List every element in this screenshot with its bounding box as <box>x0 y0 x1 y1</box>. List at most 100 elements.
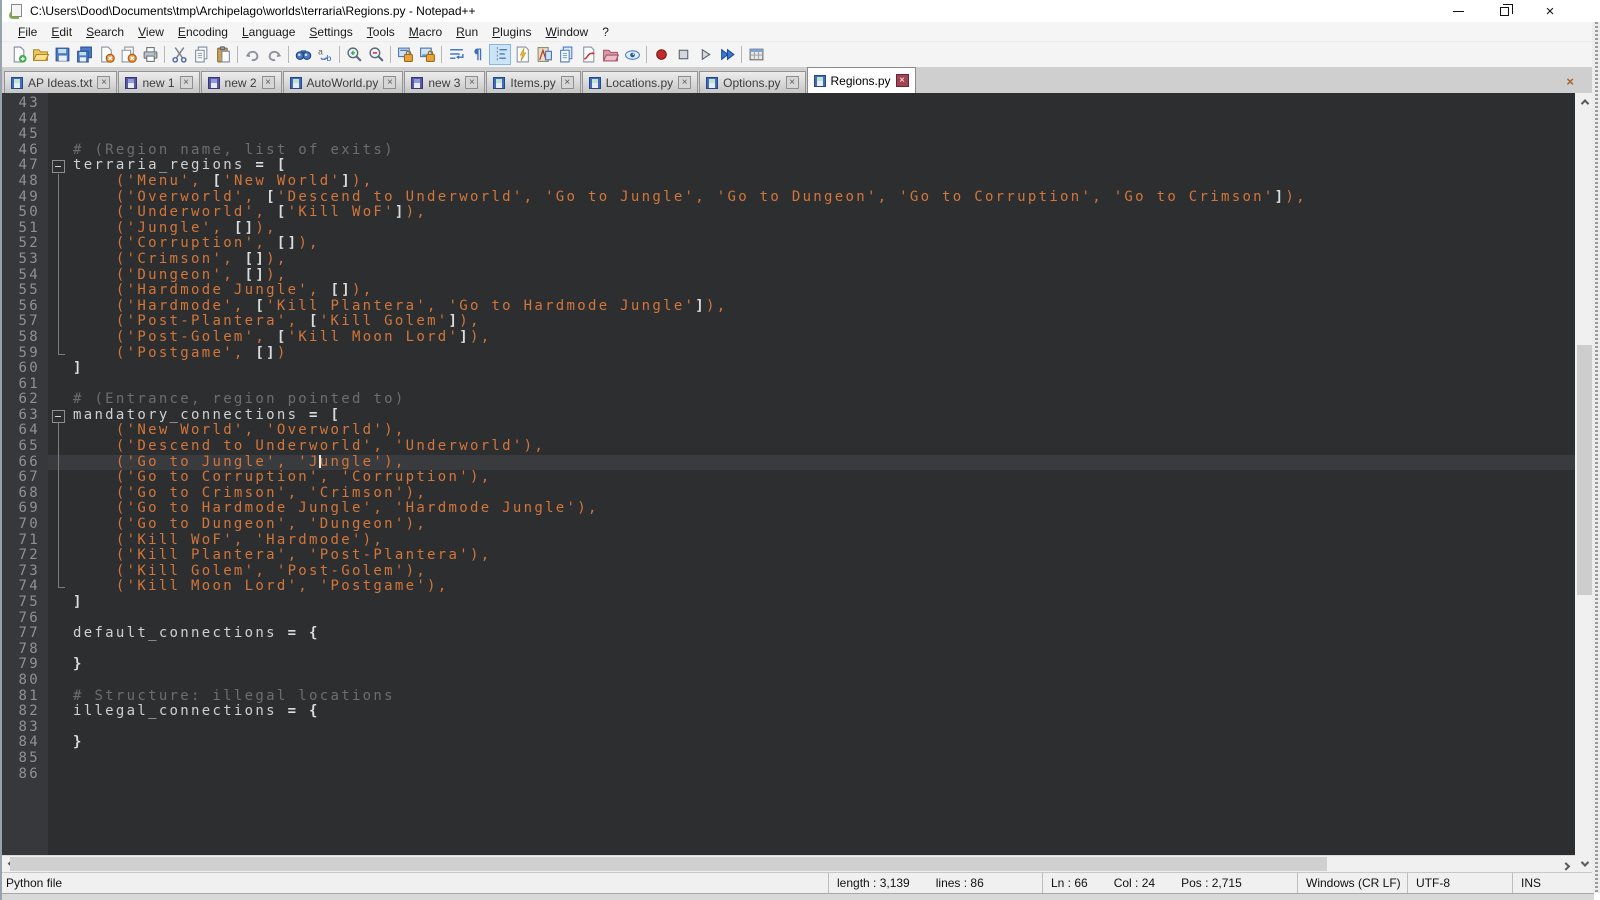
code-line[interactable]: 61 <box>2 377 1575 393</box>
code-line[interactable]: 85 <box>2 751 1575 767</box>
menu-help[interactable]: ? <box>595 23 616 41</box>
eye-icon[interactable] <box>621 44 643 65</box>
macro-save-icon[interactable] <box>745 44 767 65</box>
save-icon[interactable] <box>51 44 73 65</box>
open-file-icon[interactable] <box>29 44 51 65</box>
status-encoding[interactable]: UTF-8 <box>1407 873 1512 893</box>
code-line[interactable]: 48 ('Menu', ['New World']), <box>2 174 1575 190</box>
tab-close-icon[interactable] <box>383 76 396 89</box>
tab-close-icon[interactable] <box>262 76 275 89</box>
scroll-right-button[interactable] <box>1556 856 1575 873</box>
tab-close-icon[interactable] <box>678 76 691 89</box>
status-insert-mode[interactable]: INS <box>1512 873 1574 893</box>
find-icon[interactable] <box>292 44 314 65</box>
code-line[interactable]: 46# (Region name, list of exits) <box>2 143 1575 159</box>
function-list-icon[interactable] <box>511 44 533 65</box>
tab-options-py[interactable]: Options.py <box>699 71 805 93</box>
sync-vertical-scrolling-icon[interactable] <box>394 44 416 65</box>
show-indent-guide-icon[interactable] <box>489 44 511 65</box>
menu-settings[interactable]: Settings <box>302 23 359 41</box>
tab-close-icon[interactable] <box>180 76 193 89</box>
save-all-icon[interactable] <box>73 44 95 65</box>
code-line[interactable]: 57 ('Post-Plantera', ['Kill Golem']), <box>2 314 1575 330</box>
tab-new-3[interactable]: new 3 <box>404 71 485 93</box>
code-line[interactable]: 55 ('Hardmode Jungle', []), <box>2 283 1575 299</box>
tab-close-icon[interactable] <box>561 76 574 89</box>
code-line[interactable]: 64 ('New World', 'Overworld'), <box>2 423 1575 439</box>
tab-regions-py[interactable]: Regions.py <box>807 67 916 93</box>
code-line[interactable]: 49 ('Overworld', ['Descend to Underworld… <box>2 190 1575 206</box>
code-line[interactable]: 86 <box>2 767 1575 783</box>
code-line[interactable]: 56 ('Hardmode', ['Kill Plantera', 'Go to… <box>2 299 1575 315</box>
show-all-characters-icon[interactable]: ¶ <box>467 44 489 65</box>
document-map-icon[interactable] <box>533 44 555 65</box>
code-line[interactable]: 60] <box>2 361 1575 377</box>
undo-icon[interactable] <box>241 44 263 65</box>
macro-play-icon[interactable] <box>694 44 716 65</box>
tab-close-icon[interactable] <box>896 74 909 87</box>
minimize-button[interactable] <box>1435 0 1481 22</box>
close-button[interactable]: × <box>1527 0 1573 22</box>
code-line[interactable]: 44 <box>2 112 1575 128</box>
folder-as-workspace-icon[interactable] <box>599 44 621 65</box>
tab-locations-py[interactable]: Locations.py <box>582 71 698 93</box>
macro-record-icon[interactable] <box>650 44 672 65</box>
tab-close-icon[interactable] <box>97 76 110 89</box>
menu-macro[interactable]: Macro <box>402 23 449 41</box>
code-line[interactable]: 74 ('Kill Moon Lord', 'Postgame'), <box>2 579 1575 595</box>
restore-button[interactable] <box>1481 0 1527 22</box>
menu-view[interactable]: View <box>131 23 171 41</box>
monitoring-icon[interactable] <box>577 44 599 65</box>
fold-collapse-icon[interactable] <box>48 158 70 174</box>
code-line[interactable]: 73 ('Kill Golem', 'Post-Golem'), <box>2 564 1575 580</box>
replace-icon[interactable]: ab <box>314 44 336 65</box>
code-line[interactable]: 83 <box>2 720 1575 736</box>
status-cursor-position[interactable]: Ln : 66 Col : 24 Pos : 2,715 <box>1042 873 1297 893</box>
fold-collapse-icon[interactable] <box>48 408 70 424</box>
tab-ap-ideas-txt[interactable]: AP Ideas.txt <box>4 71 117 93</box>
menu-plugins[interactable]: Plugins <box>485 23 538 41</box>
code-line[interactable]: 76 <box>2 611 1575 627</box>
code-line[interactable]: 52 ('Corruption', []), <box>2 236 1575 252</box>
menu-language[interactable]: Language <box>235 23 302 41</box>
tab-autoworld-py[interactable]: AutoWorld.py <box>283 71 404 93</box>
tab-close-icon[interactable] <box>786 76 799 89</box>
code-line[interactable]: 54 ('Dungeon', []), <box>2 268 1575 284</box>
menu-tools[interactable]: Tools <box>360 23 402 41</box>
code-line[interactable]: 63mandatory_connections = [ <box>2 408 1575 424</box>
code-line[interactable]: 72 ('Kill Plantera', 'Post-Plantera'), <box>2 548 1575 564</box>
code-line[interactable]: 81# Structure: illegal locations <box>2 689 1575 705</box>
cut-icon[interactable] <box>168 44 190 65</box>
document-switcher-icon[interactable] <box>555 44 577 65</box>
vertical-scrollbar-thumb[interactable] <box>1577 345 1592 595</box>
code-line[interactable]: 65 ('Descend to Underworld', 'Underworld… <box>2 439 1575 455</box>
word-wrap-icon[interactable] <box>445 44 467 65</box>
code-editor[interactable]: 43444546# (Region name, list of exits)47… <box>2 93 1575 855</box>
code-line[interactable]: 45 <box>2 127 1575 143</box>
status-doc-type[interactable]: Python file <box>2 873 828 893</box>
paste-icon[interactable] <box>212 44 234 65</box>
horizontal-scrollbar-thumb[interactable] <box>10 857 1327 871</box>
new-file-icon[interactable] <box>7 44 29 65</box>
redo-icon[interactable] <box>263 44 285 65</box>
code-line[interactable]: 67 ('Go to Corruption', 'Corruption'), <box>2 470 1575 486</box>
code-line[interactable]: 75] <box>2 595 1575 611</box>
copy-icon[interactable] <box>190 44 212 65</box>
code-line[interactable]: 79} <box>2 657 1575 673</box>
menu-window[interactable]: Window <box>539 23 596 41</box>
code-line[interactable]: 69 ('Go to Hardmode Jungle', 'Hardmode J… <box>2 501 1575 517</box>
menu-edit[interactable]: Edit <box>44 23 79 41</box>
code-line[interactable]: 62# (Entrance, region pointed to) <box>2 392 1575 408</box>
sync-horizontal-scrolling-icon[interactable] <box>416 44 438 65</box>
code-line[interactable]: 77default_connections = { <box>2 626 1575 642</box>
close-doc-icon[interactable] <box>95 44 117 65</box>
menu-run[interactable]: Run <box>449 23 485 41</box>
tabbar-close-icon[interactable]: × <box>1566 75 1574 88</box>
code-line[interactable]: 50 ('Underworld', ['Kill WoF']), <box>2 205 1575 221</box>
code-line[interactable]: 58 ('Post-Golem', ['Kill Moon Lord']), <box>2 330 1575 346</box>
code-line[interactable]: 51 ('Jungle', []), <box>2 221 1575 237</box>
menu-encoding[interactable]: Encoding <box>171 23 235 41</box>
zoom-out-icon[interactable] <box>365 44 387 65</box>
code-line[interactable]: 80 <box>2 673 1575 689</box>
tab-items-py[interactable]: Items.py <box>486 71 580 93</box>
